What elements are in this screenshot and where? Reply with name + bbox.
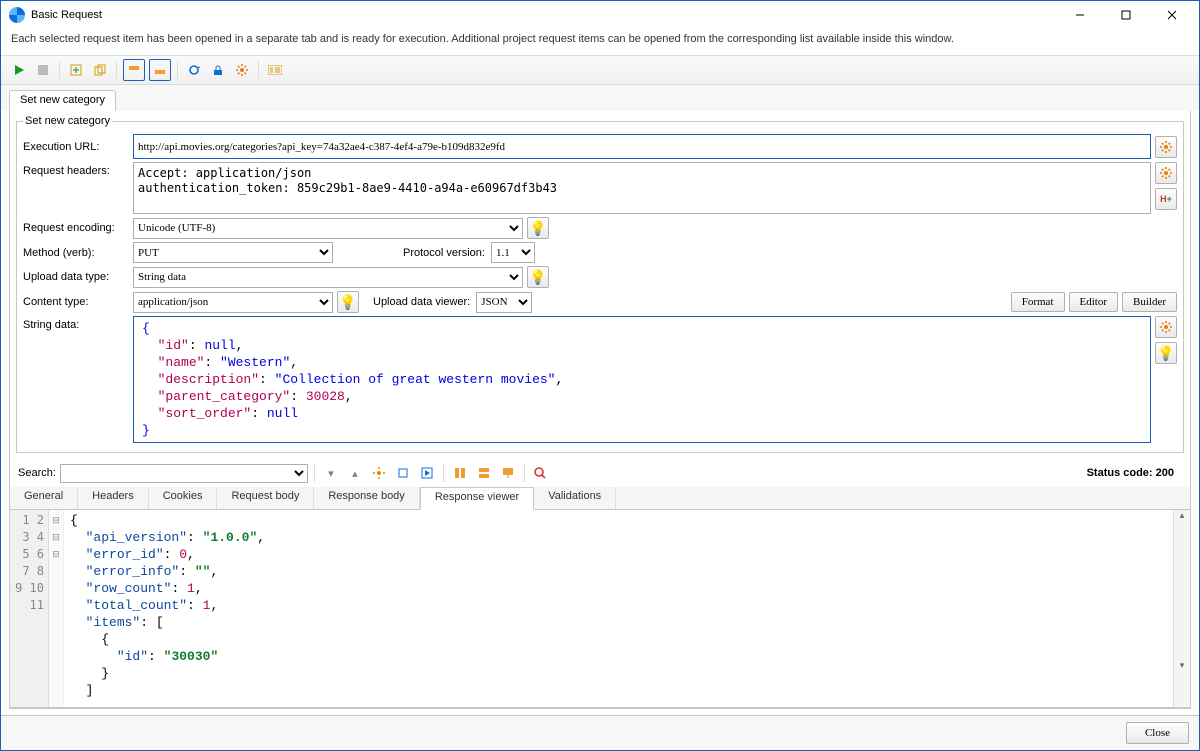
- string-data-label: String data:: [23, 316, 133, 331]
- fold-gutter: ⊟ ⊟ ⊟: [49, 510, 64, 707]
- tab-response-viewer[interactable]: Response viewer: [420, 487, 534, 510]
- method-label: Method (verb):: [23, 247, 133, 259]
- request-headers-input[interactable]: Accept: application/json authentication_…: [133, 162, 1151, 214]
- close-window-button[interactable]: [1149, 1, 1195, 29]
- tab-response-body[interactable]: Response body: [314, 487, 419, 509]
- present-icon[interactable]: [498, 463, 518, 483]
- play-response-icon[interactable]: [417, 463, 437, 483]
- switch-view-a-icon[interactable]: [123, 59, 145, 81]
- footer: Close: [1, 715, 1199, 750]
- execution-url-label: Execution URL:: [23, 141, 133, 153]
- lock-icon[interactable]: [208, 60, 228, 80]
- add-tab-icon[interactable]: [66, 60, 86, 80]
- description-text: Each selected request item has been open…: [1, 29, 1199, 55]
- tab-validations[interactable]: Validations: [534, 487, 616, 509]
- string-data-input[interactable]: { "id": null, "name": "Western", "descri…: [133, 316, 1151, 443]
- tab-general[interactable]: General: [10, 487, 78, 509]
- encoding-help-icon[interactable]: 💡: [527, 217, 549, 239]
- expand-icon[interactable]: [474, 463, 494, 483]
- upload-type-help-icon[interactable]: 💡: [527, 266, 549, 288]
- upload-type-select[interactable]: String data: [133, 267, 523, 288]
- run-icon[interactable]: [9, 60, 29, 80]
- fieldset-legend: Set new category: [23, 115, 112, 127]
- tab-set-new-category[interactable]: Set new category: [9, 90, 116, 111]
- method-select[interactable]: PUT: [133, 242, 333, 263]
- minimize-button[interactable]: [1057, 1, 1103, 29]
- list-icon[interactable]: [265, 60, 285, 80]
- exec-bar: Search: ▾ ▴ Status code: 200: [10, 459, 1190, 487]
- format-button[interactable]: Format: [1011, 292, 1065, 312]
- arrow-up-icon[interactable]: ▴: [345, 463, 365, 483]
- request-headers-label: Request headers:: [23, 162, 133, 177]
- content-type-label: Content type:: [23, 296, 133, 308]
- protocol-version-label: Protocol version:: [403, 247, 485, 259]
- upload-viewer-select[interactable]: JSON: [476, 292, 532, 313]
- upload-data-type-label: Upload data type:: [23, 271, 133, 283]
- stop-icon[interactable]: [33, 60, 53, 80]
- body-settings-icon[interactable]: [1155, 316, 1177, 338]
- encoding-select[interactable]: Unicode (UTF-8): [133, 218, 523, 239]
- response-tabs: GeneralHeadersCookiesRequest bodyRespons…: [10, 487, 1190, 510]
- status-code: Status code: 200: [1087, 467, 1182, 479]
- collapse-icon[interactable]: [450, 463, 470, 483]
- search-input[interactable]: [60, 464, 308, 483]
- headers-add-icon[interactable]: H+: [1155, 188, 1177, 210]
- zoom-icon[interactable]: [531, 463, 551, 483]
- vertical-scrollbar[interactable]: ▴ ▾: [1173, 510, 1190, 707]
- headers-settings-icon[interactable]: [1155, 162, 1177, 184]
- content-type-help-icon[interactable]: 💡: [337, 291, 359, 313]
- app-icon: [9, 7, 25, 23]
- upload-data-viewer-label: Upload data viewer:: [373, 296, 470, 308]
- request-encoding-label: Request encoding:: [23, 222, 133, 234]
- request-tabs: Set new category: [1, 85, 1199, 111]
- execution-url-input[interactable]: [133, 134, 1151, 159]
- protocol-select[interactable]: 1.1: [491, 242, 535, 263]
- line-gutter: 1 2 3 4 5 6 7 8 9 10 11: [10, 510, 49, 707]
- copy-response-icon[interactable]: [393, 463, 413, 483]
- request-fieldset: Set new category Execution URL: Request …: [16, 115, 1184, 453]
- gear-search-icon[interactable]: [369, 463, 389, 483]
- url-settings-icon[interactable]: [1155, 136, 1177, 158]
- tab-request-body[interactable]: Request body: [217, 487, 314, 509]
- arrow-down-icon[interactable]: ▾: [321, 463, 341, 483]
- builder-button[interactable]: Builder: [1122, 292, 1177, 312]
- switch-view-b-icon[interactable]: [149, 59, 171, 81]
- search-label: Search:: [18, 467, 56, 479]
- maximize-button[interactable]: [1103, 1, 1149, 29]
- copy-tab-icon[interactable]: [90, 60, 110, 80]
- settings-icon[interactable]: [232, 60, 252, 80]
- main-toolbar: [1, 55, 1199, 85]
- body-help-icon[interactable]: 💡: [1155, 342, 1177, 364]
- editor-button[interactable]: Editor: [1069, 292, 1119, 312]
- tab-headers[interactable]: Headers: [78, 487, 149, 509]
- content-type-select[interactable]: application/json: [133, 292, 333, 313]
- close-button[interactable]: Close: [1126, 722, 1189, 744]
- response-viewer-code[interactable]: { "api_version": "1.0.0", "error_id": 0,…: [64, 510, 1173, 707]
- refresh-icon[interactable]: [184, 60, 204, 80]
- title-bar: Basic Request: [1, 1, 1199, 29]
- window-title: Basic Request: [31, 9, 1057, 21]
- tab-cookies[interactable]: Cookies: [149, 487, 218, 509]
